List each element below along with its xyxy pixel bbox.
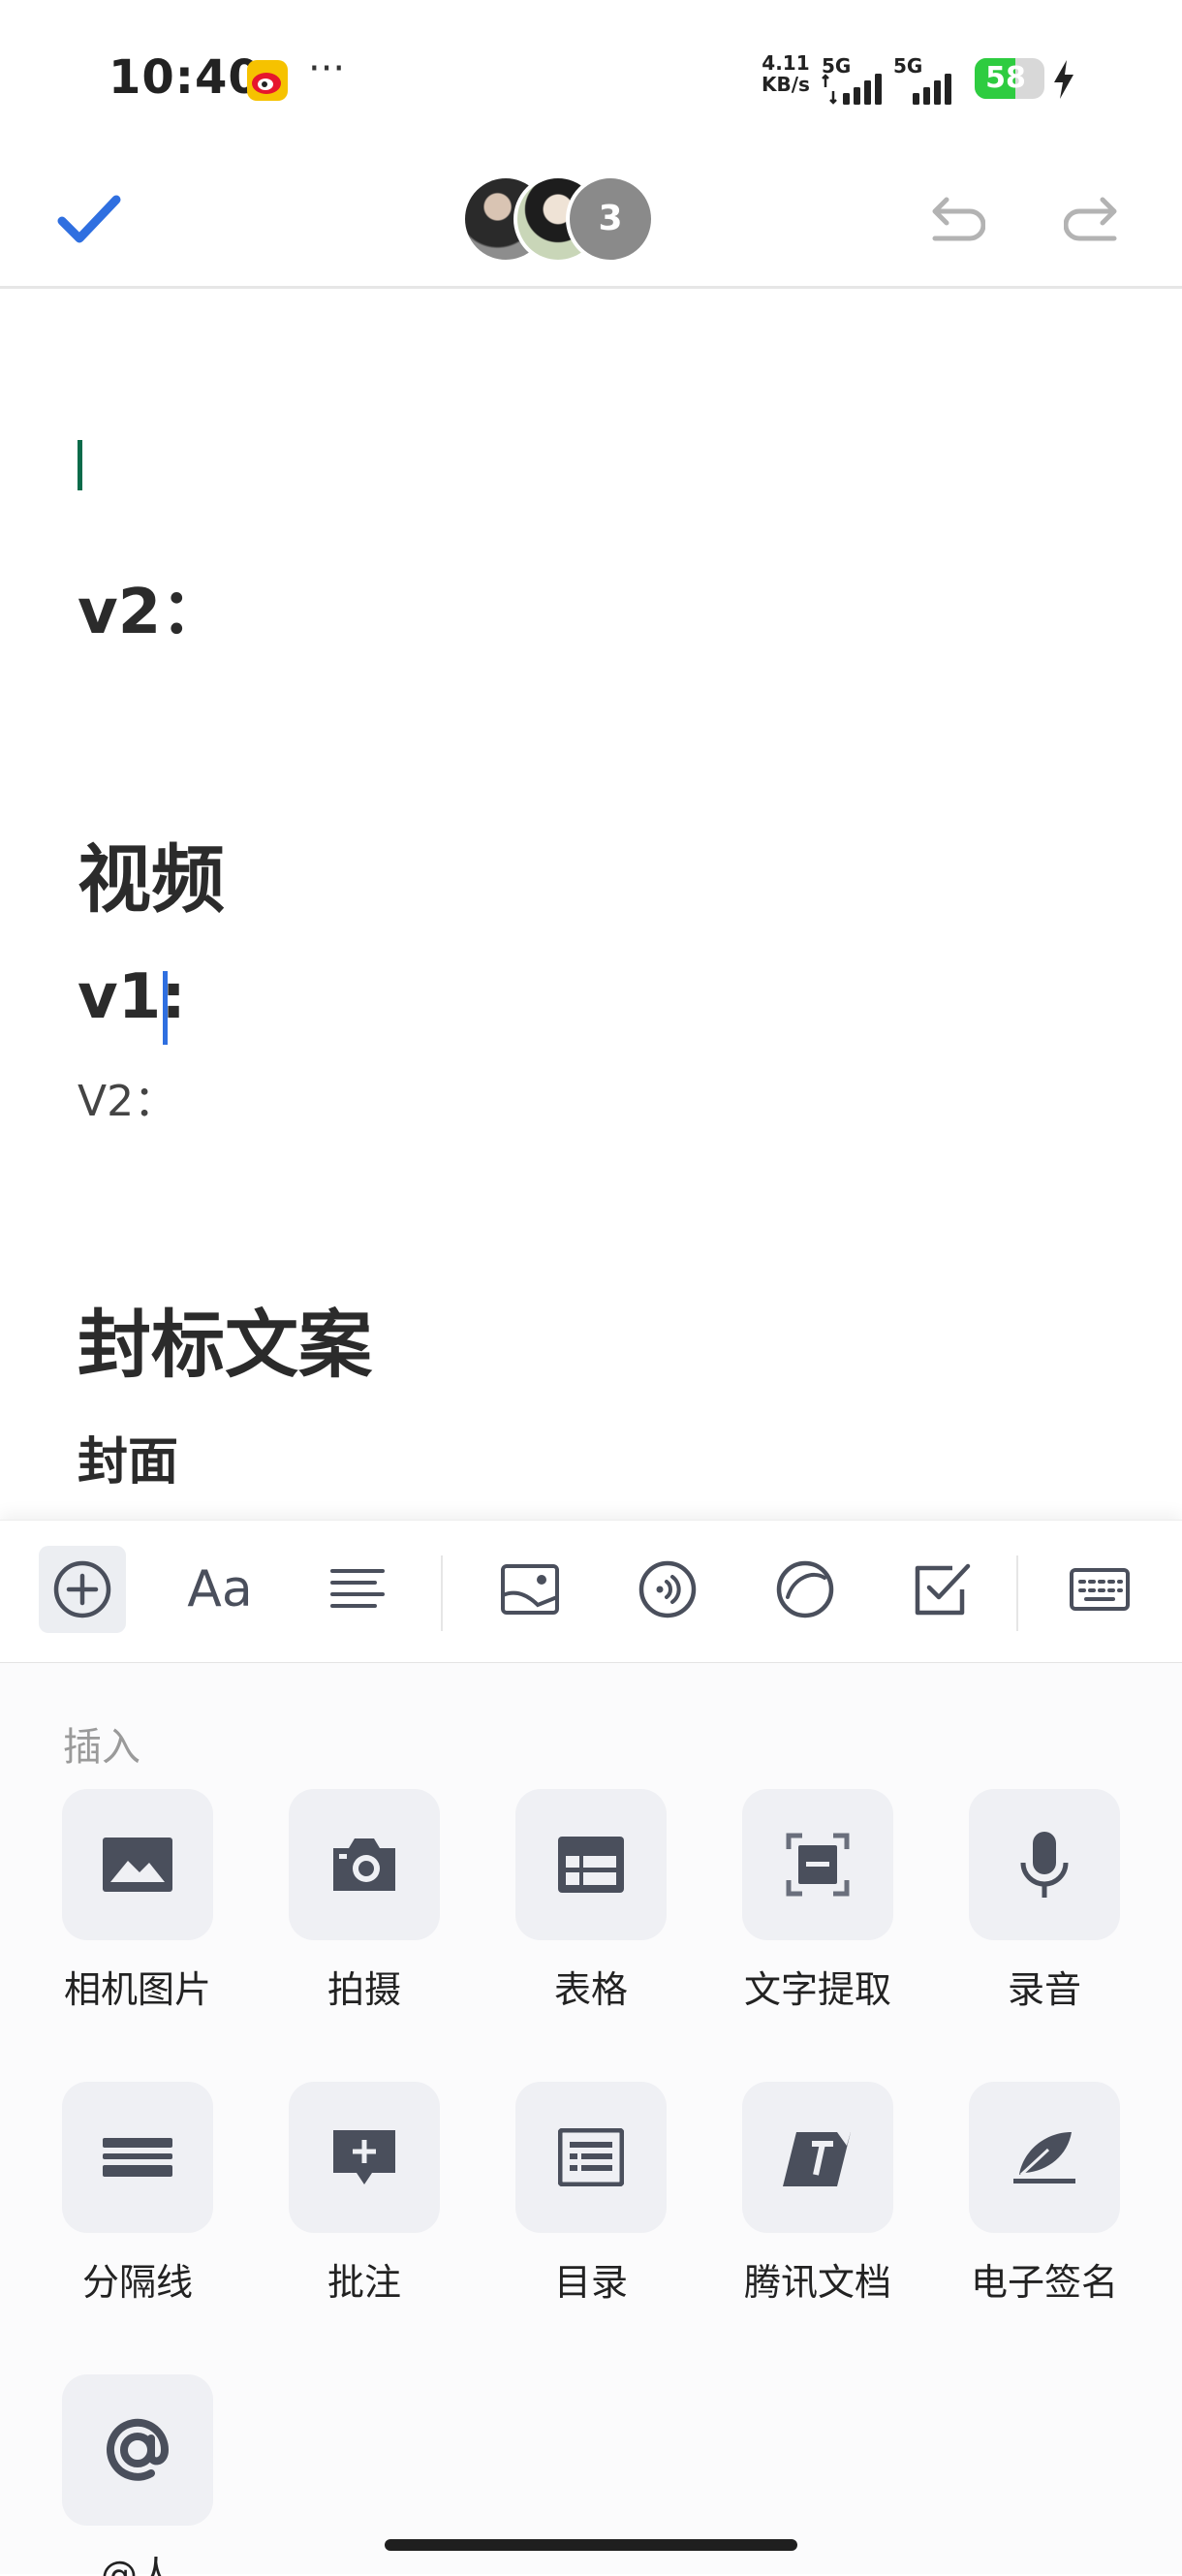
insert-signature[interactable]: 电子签名: [957, 2082, 1132, 2301]
image-button[interactable]: [486, 1546, 574, 1633]
tile-label: 分隔线: [81, 2261, 193, 2301]
body-v2[interactable]: V2：: [78, 1066, 176, 1128]
tile-label: 拍摄: [327, 1968, 401, 2008]
charging-bolt-icon: [1054, 60, 1073, 99]
heading-video[interactable]: 视频: [78, 820, 225, 927]
insert-toc[interactable]: 目录: [504, 2082, 678, 2301]
heading-v1[interactable]: v1:: [78, 961, 186, 1033]
emoji-button[interactable]: [762, 1546, 849, 1633]
insert-comment[interactable]: 批注: [277, 2082, 451, 2301]
insert-camera-image[interactable]: 相机图片: [50, 1789, 225, 2008]
tile-box[interactable]: [969, 1789, 1120, 1940]
battery-level: 58: [985, 61, 1026, 95]
network-speed: 4.11 KB/s: [762, 52, 810, 95]
tile-label: 电子签名: [970, 2261, 1118, 2301]
document-header: 3: [0, 155, 1182, 289]
audio-icon: [638, 1560, 697, 1618]
signal-icon: [913, 74, 951, 105]
image-icon: [103, 1838, 172, 1892]
insert-button[interactable]: [39, 1546, 126, 1633]
signature-icon: [1013, 2132, 1075, 2183]
camera-icon: [333, 1838, 395, 1891]
tile-box[interactable]: [742, 2082, 893, 2233]
signal-2: 5G: [893, 54, 961, 105]
emoji-icon: [776, 1560, 834, 1618]
heading-cover[interactable]: 封面: [78, 1421, 178, 1493]
tile-label: 录音: [1007, 1968, 1081, 2008]
insert-panel-title: 插入: [63, 1725, 140, 1770]
text-format-button[interactable]: Aa: [176, 1546, 264, 1633]
keyboard-icon: [1070, 1568, 1130, 1611]
align-icon: [330, 1569, 385, 1608]
clock: 10:40: [109, 50, 262, 105]
signal-1: 5G: [822, 54, 889, 105]
insert-capture[interactable]: 拍摄: [277, 1789, 451, 2008]
heading-cover-copy[interactable]: 封标文案: [78, 1285, 372, 1392]
tile-box[interactable]: [515, 2082, 667, 2233]
insert-panel: 插入 相机图片 拍摄 表格 文字提取 录音 分隔线 批注 目录 腾讯文档 电子签…: [0, 1663, 1182, 2576]
insert-recording[interactable]: 录音: [957, 1789, 1132, 2008]
insert-mention[interactable]: @人: [50, 2374, 225, 2576]
tile-label: 腾讯文档: [743, 2261, 891, 2301]
insert-tencent-docs[interactable]: 腾讯文档: [731, 2082, 905, 2301]
tile-label: @人: [100, 2554, 174, 2576]
active-text-cursor: [163, 971, 168, 1045]
tile-label: 表格: [553, 1968, 628, 2008]
collaborator-count-badge[interactable]: 3: [566, 174, 655, 264]
tile-box[interactable]: [62, 1789, 213, 1940]
divider-icon: [103, 2138, 172, 2177]
keyboard-button[interactable]: [1056, 1546, 1143, 1633]
tile-label: 目录: [553, 2261, 628, 2301]
text-cursor: [78, 440, 82, 490]
insert-table[interactable]: 表格: [504, 1789, 678, 2008]
align-button[interactable]: [314, 1546, 401, 1633]
tile-box[interactable]: [289, 2082, 440, 2233]
format-toolbar: Aa: [0, 1520, 1182, 1664]
table-icon: [558, 1837, 624, 1893]
check-icon[interactable]: [56, 192, 122, 250]
insert-text-extract[interactable]: 文字提取: [731, 1789, 905, 2008]
tile-box[interactable]: [289, 1789, 440, 1940]
net-speed-unit: KB/s: [762, 73, 810, 96]
tile-box[interactable]: [62, 2374, 213, 2526]
more-dots-icon: ···: [308, 47, 346, 91]
weibo-icon: [247, 60, 288, 101]
undo-icon[interactable]: [925, 194, 985, 248]
tile-box[interactable]: [742, 1789, 893, 1940]
insert-divider[interactable]: 分隔线: [50, 2082, 225, 2301]
status-bar: 10:40 ··· 4.11 KB/s 5G 5G 58: [0, 0, 1182, 155]
tile-box[interactable]: [515, 1789, 667, 1940]
checkbox-button[interactable]: [899, 1546, 986, 1633]
audio-button[interactable]: [624, 1546, 711, 1633]
home-indicator[interactable]: [385, 2539, 797, 2551]
tile-box[interactable]: [969, 2082, 1120, 2233]
tencent-docs-icon: [783, 2132, 851, 2186]
redo-icon[interactable]: [1064, 194, 1124, 248]
tile-label: 批注: [327, 2261, 401, 2301]
comment-add-icon: [333, 2130, 395, 2184]
text-scan-icon: [786, 1833, 850, 1897]
add-circle-icon: [53, 1560, 111, 1618]
microphone-icon: [1020, 1832, 1069, 1898]
battery-icon: 58: [975, 58, 1044, 99]
signal-icon: [822, 74, 882, 105]
toolbar-divider: [1016, 1555, 1018, 1631]
heading-v2[interactable]: v2：: [78, 562, 223, 651]
image-icon: [501, 1564, 559, 1615]
tile-label: 相机图片: [63, 1968, 211, 2008]
tile-box[interactable]: [62, 2082, 213, 2233]
net-speed-value: 4.11: [762, 51, 810, 75]
document-body[interactable]: v2： 视频 v1: V2： 封标文案 封面: [0, 289, 1182, 1520]
toolbar-divider: [441, 1555, 443, 1631]
toc-icon: [558, 2128, 624, 2186]
checkbox-icon: [915, 1563, 971, 1616]
text-format-icon: Aa: [187, 1560, 253, 1618]
at-icon: [107, 2418, 170, 2481]
tile-label: 文字提取: [743, 1968, 891, 2008]
